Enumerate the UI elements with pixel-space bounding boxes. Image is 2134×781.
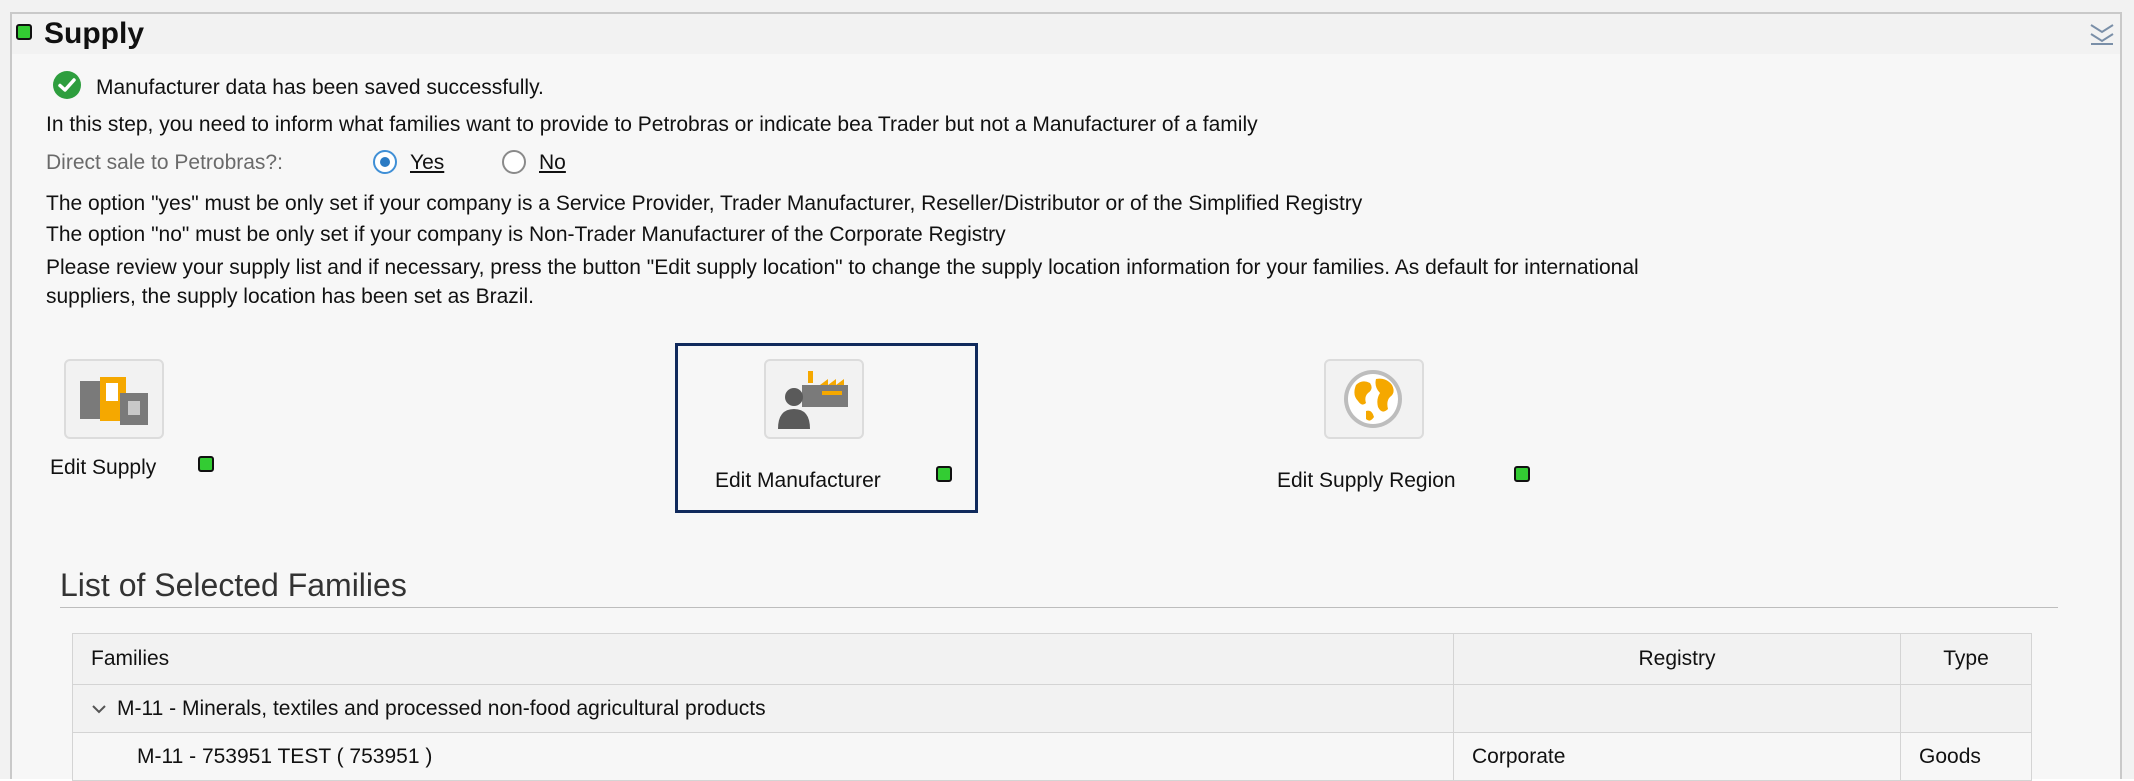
group-cell-family[interactable]: M-11 - Minerals, textiles and processed … (72, 684, 1454, 733)
review-note-line-1: Please review your supply list and if ne… (46, 256, 1639, 279)
direct-sale-label: Direct sale to Petrobras?: (46, 151, 283, 174)
success-check-icon (53, 71, 81, 99)
table-header-row: Families Registry Type (72, 633, 2032, 685)
group-cell-registry (1453, 684, 1901, 733)
edit-supply-region-label[interactable]: Edit Supply Region (1277, 469, 1456, 493)
review-note-line-2: suppliers, the supply location has been … (46, 285, 534, 308)
direct-sale-yes-radio[interactable] (373, 150, 397, 174)
table-group-row[interactable]: M-11 - Minerals, textiles and processed … (72, 684, 2032, 733)
families-section-title: List of Selected Families (60, 567, 407, 603)
supply-panel: Supply Manufacturer data has been saved … (10, 12, 2122, 781)
group-cell-type (1900, 684, 2032, 733)
header-status-indicator (16, 24, 32, 40)
edit-supply-button[interactable] (64, 359, 164, 439)
item-cell-registry: Corporate (1453, 732, 1901, 781)
families-table: Families Registry Type M-11 - Minerals, … (72, 633, 2032, 781)
no-option-note: The option "no" must be only set if your… (46, 223, 1006, 246)
item-cell-type: Goods (1900, 732, 2032, 781)
edit-manufacturer-button[interactable] (764, 359, 864, 439)
edit-supply-region-button[interactable] (1324, 359, 1424, 439)
column-header-families[interactable]: Families (72, 633, 1454, 685)
direct-sale-no-label[interactable]: No (539, 151, 566, 175)
intro-text: In this step, you need to inform what fa… (46, 113, 1258, 136)
direct-sale-yes-label[interactable]: Yes (410, 151, 444, 175)
chevron-down-icon[interactable] (91, 697, 107, 721)
panel-title: Supply (44, 17, 145, 50)
collapse-icon[interactable] (2088, 22, 2116, 46)
panel-header: Supply (12, 14, 2120, 54)
column-header-registry[interactable]: Registry (1453, 633, 1901, 685)
manufacturer-factory-icon (778, 371, 848, 429)
yes-option-note: The option "yes" must be only set if you… (46, 192, 1363, 215)
edit-supply-region-status-indicator (1514, 466, 1530, 482)
edit-supply-status-indicator (198, 456, 214, 472)
direct-sale-no-radio[interactable] (502, 150, 526, 174)
edit-manufacturer-label[interactable]: Edit Manufacturer (715, 469, 881, 493)
section-divider (60, 607, 2058, 608)
globe-icon (1344, 370, 1402, 428)
edit-supply-label[interactable]: Edit Supply (50, 456, 156, 480)
group-family-label: M-11 - Minerals, textiles and processed … (117, 696, 766, 720)
supply-boxes-icon (80, 377, 148, 425)
table-row[interactable]: M-11 - 753951 TEST ( 753951 ) Corporate … (72, 732, 2032, 781)
column-header-type[interactable]: Type (1900, 633, 2032, 685)
success-message: Manufacturer data has been saved success… (96, 76, 544, 99)
item-cell-family: M-11 - 753951 TEST ( 753951 ) (72, 732, 1454, 781)
edit-manufacturer-status-indicator (936, 466, 952, 482)
page: Supply Manufacturer data has been saved … (0, 0, 2134, 781)
